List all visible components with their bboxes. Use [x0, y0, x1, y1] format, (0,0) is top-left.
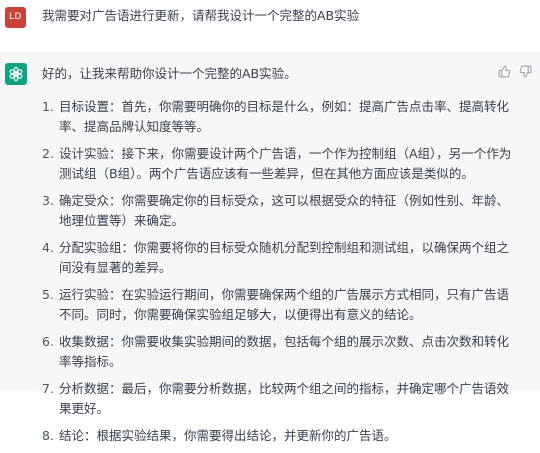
assistant-intro: 好的，让我来帮助你设计一个完整的AB实验。 — [42, 66, 297, 81]
list-item: 4. 分配实验组：你需要将你的目标受众随机分配到控制组和测试组，以确保两个组之间没… — [42, 238, 512, 278]
list-item: 6. 收集数据：你需要收集实验期间的数据，包括每个组的展示次数、点击次数和转化率等… — [42, 332, 512, 372]
list-item: 2. 设计实验：接下来，你需要设计两个广告语，一个作为控制组（A组），另一个作为测… — [42, 144, 512, 184]
step-text: 目标设置：首先，你需要明确你的目标是什么，例如：提高广告点击率、提高转化率、提高… — [59, 99, 510, 134]
step-text: 结论：根据实验结果，你需要得出结论，并更新你的广告语。 — [59, 428, 397, 443]
steps-list: 1. 目标设置：首先，你需要明确你的目标是什么，例如：提高广告点击率、提高转化率、… — [42, 97, 512, 453]
user-message-text: 我需要对广告语进行更新，请帮我设计一个完整的AB实验 — [42, 8, 360, 23]
step-number: 3. — [42, 193, 54, 208]
step-number: 1. — [42, 99, 54, 114]
step-text: 收集数据：你需要收集实验期间的数据，包括每个组的展示次数、点击次数和转化率等指标… — [59, 334, 510, 369]
step-number: 2. — [42, 146, 54, 161]
step-number: 5. — [42, 287, 54, 302]
step-text: 运行实验：在实验运行期间，你需要确保两个组的广告展示方式相同，只有广告语不同。同… — [59, 287, 510, 322]
step-text: 设计实验：接下来，你需要设计两个广告语，一个作为控制组（A组），另一个作为测试组… — [59, 146, 512, 181]
step-text: 分析数据：最后，你需要分析数据，比较两个组之间的指标，并确定哪个广告语效果更好。 — [59, 381, 510, 416]
list-item: 3. 确定受众：你需要确定你的目标受众，这可以根据受众的特征（例如性别、年龄、地理… — [42, 191, 512, 231]
user-avatar: LD — [5, 7, 26, 28]
feedback-buttons — [498, 65, 532, 78]
list-item: 1. 目标设置：首先，你需要明确你的目标是什么，例如：提高广告点击率、提高转化率、… — [42, 97, 512, 137]
step-number: 4. — [42, 240, 54, 255]
list-item: 7. 分析数据：最后，你需要分析数据，比较两个组之间的指标，并确定哪个广告语效果更… — [42, 379, 512, 419]
openai-logo-icon — [5, 63, 27, 85]
list-item: 8. 结论：根据实验结果，你需要得出结论，并更新你的广告语。 — [42, 426, 512, 446]
step-number: 8. — [42, 428, 54, 443]
user-message: LD 我需要对广告语进行更新，请帮我设计一个完整的AB实验 — [0, 0, 540, 44]
step-text: 分配实验组：你需要将你的目标受众随机分配到控制组和测试组，以确保两个组之间没有显… — [59, 240, 510, 275]
list-item: 5. 运行实验：在实验运行期间，你需要确保两个组的广告展示方式相同，只有广告语不同… — [42, 285, 512, 325]
step-text: 确定受众：你需要确定你的目标受众，这可以根据受众的特征（例如性别、年龄、地理位置… — [59, 193, 510, 228]
step-number: 6. — [42, 334, 54, 349]
step-number: 7. — [42, 381, 54, 396]
thumbs-down-icon[interactable] — [519, 65, 532, 78]
thumbs-up-icon[interactable] — [498, 65, 511, 78]
assistant-message: 好的，让我来帮助你设计一个完整的AB实验。 1. 目标设置：首先，你需要明确你的目… — [0, 52, 540, 443]
